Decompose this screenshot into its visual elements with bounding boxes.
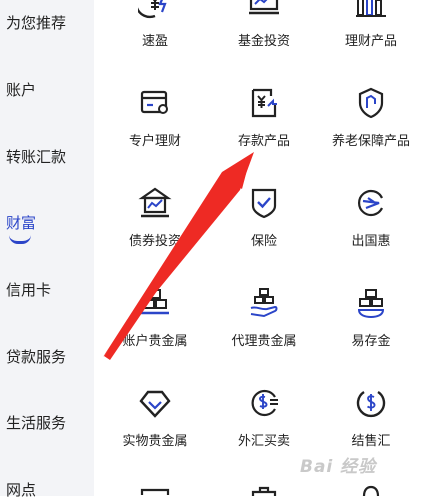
sidebar-item-recommended[interactable]: 为您推荐 <box>6 12 66 33</box>
tile-label: 理财产品 <box>344 34 397 49</box>
product-grid: 速盈 基金投资 理财产品 专户理财 存款产品 养老保障产品 债券投资 保险 出国… <box>94 0 422 496</box>
tile-label: 实物贵金属 <box>122 434 188 449</box>
dollar-circle-icon <box>356 390 386 418</box>
yen-document-icon <box>251 88 277 118</box>
watermark: Bai 经验 <box>300 457 377 477</box>
fund-chart-icon <box>249 0 279 15</box>
tile-overseas[interactable]: 出国惠 <box>316 186 422 249</box>
tile-special-account[interactable]: 专户理财 <box>100 86 210 149</box>
tile-label: 速盈 <box>141 34 168 49</box>
tile-suying[interactable]: 速盈 <box>100 0 210 49</box>
tile-label: 代理贵金属 <box>231 334 297 349</box>
sidebar-item-life[interactable]: 生活服务 <box>6 412 66 433</box>
sidebar-item-loan[interactable]: 贷款服务 <box>6 346 66 367</box>
sidebar-item-branch[interactable]: 网点 <box>6 479 36 500</box>
plane-circle-icon <box>358 189 383 217</box>
tile-label: 保险 <box>250 234 277 249</box>
tile-label: 债券投资 <box>128 234 181 249</box>
tile-label: 养老保障产品 <box>331 134 410 149</box>
tile-wealth-products[interactable]: 理财产品 <box>316 0 422 49</box>
sidebar-item-account[interactable]: 账户 <box>6 79 36 100</box>
sidebar-item-transfer[interactable]: 转账汇款 <box>6 146 66 167</box>
tile-insurance[interactable]: 保险 <box>209 186 319 249</box>
tile-fund[interactable]: 基金投资 <box>209 0 319 49</box>
active-indicator <box>9 235 31 244</box>
tile-pension[interactable]: 养老保障产品 <box>316 86 422 149</box>
sidebar: 为您推荐 账户 转账汇款 财富 信用卡 贷款服务 生活服务 网点 <box>0 0 94 499</box>
tile-easy-gold[interactable]: 易存金 <box>316 286 422 349</box>
tile-physical-metal[interactable]: 实物贵金属 <box>100 386 210 449</box>
tile-label: 易存金 <box>351 334 391 349</box>
pension-shield-icon <box>358 87 384 119</box>
insurance-shield-icon <box>251 188 277 219</box>
tile-label: 存款产品 <box>237 134 290 149</box>
tile-account-metal[interactable]: 账户贵金属 <box>100 286 210 349</box>
bar-chart-icon <box>356 0 386 17</box>
tile-label: 外汇买卖 <box>237 434 290 449</box>
tile-label: 专户理财 <box>128 134 181 149</box>
tile-deposit[interactable]: 存款产品 <box>209 86 319 149</box>
gold-bars-icon <box>141 289 169 315</box>
dollar-exchange-icon <box>251 389 278 417</box>
sidebar-item-wealth[interactable]: 财富 <box>6 212 36 233</box>
tile-label: 账户贵金属 <box>122 334 188 349</box>
gold-stack-icon <box>357 289 385 319</box>
tile-fx-settlement[interactable]: 结售汇 <box>316 386 422 449</box>
yen-lightning-icon <box>138 0 167 19</box>
partial-row-icon <box>251 486 277 496</box>
tile-forex[interactable]: 外汇买卖 <box>209 386 319 449</box>
tile-label: 基金投资 <box>237 34 290 49</box>
partial-row-icon <box>362 485 380 496</box>
tile-bond[interactable]: 债券投资 <box>100 186 210 249</box>
diamond-icon <box>139 390 171 418</box>
card-wallet-icon <box>140 90 168 114</box>
tile-label: 结售汇 <box>351 434 391 449</box>
sidebar-item-credit-card[interactable]: 信用卡 <box>6 279 51 300</box>
gold-hand-icon <box>250 288 278 318</box>
partial-row-icon <box>140 488 170 495</box>
bond-building-icon <box>138 187 172 218</box>
tile-label: 出国惠 <box>351 234 391 249</box>
tile-agent-metal[interactable]: 代理贵金属 <box>209 286 319 349</box>
